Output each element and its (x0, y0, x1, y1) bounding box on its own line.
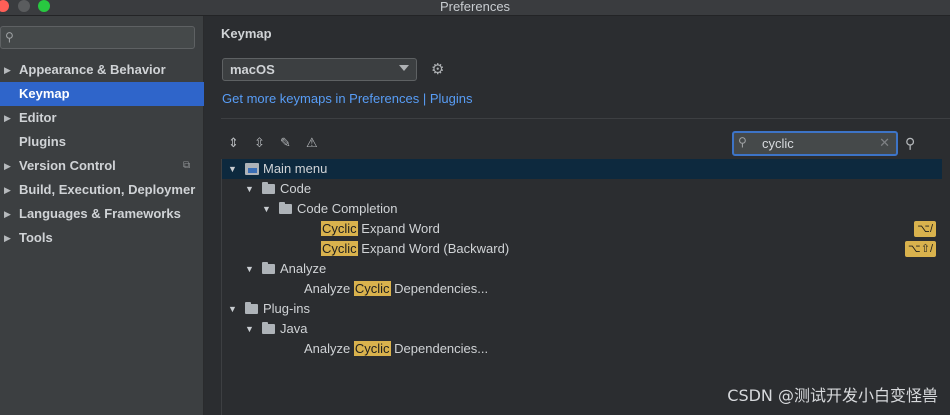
folder-icon (262, 182, 275, 194)
chevron-right-icon[interactable]: ▶ (4, 202, 11, 226)
collapse-all-icon[interactable]: ⇳ (254, 135, 265, 151)
sidebar-item-label: Appearance & Behavior (19, 62, 166, 77)
tree-row-label: Analyze Cyclic Dependencies... (304, 279, 488, 299)
sidebar-item-label: Keymap (19, 86, 70, 101)
tree-row-label: Java (280, 319, 307, 339)
tree-group-row[interactable]: ▼ Code Completion (222, 199, 942, 219)
sidebar-item-label: Version Control (19, 158, 116, 173)
keymap-select-value: macOS (230, 62, 275, 77)
label-text: Dependencies... (390, 281, 489, 296)
chevron-right-icon[interactable]: ▶ (4, 106, 11, 130)
label-text: Plug-ins (263, 301, 310, 316)
folder-icon (279, 202, 292, 214)
label-text: Analyze (304, 281, 354, 296)
expand-toggle-icon[interactable]: ▼ (245, 179, 254, 199)
label-text: Expand Word (Backward) (357, 241, 510, 256)
tree-action-row[interactable]: Analyze Cyclic Dependencies... (222, 339, 942, 359)
tree-group-row[interactable]: ▼ Java (222, 319, 942, 339)
sidebar-item-label: Plugins (19, 134, 66, 149)
tree-row-label: Code (280, 179, 311, 199)
gear-icon[interactable]: ⚙ (431, 60, 444, 78)
search-match-highlight: Cyclic (321, 241, 358, 256)
find-by-shortcut-icon[interactable]: ⚲ (905, 135, 915, 152)
edit-shortcut-icon[interactable]: ✎ (280, 135, 291, 151)
label-text: Java (280, 321, 308, 336)
folder-icon (245, 302, 258, 314)
expand-all-icon[interactable]: ⇕ (228, 135, 239, 151)
chevron-down-icon (399, 65, 409, 71)
tree-row-label: Analyze (280, 259, 326, 279)
tree-group-row[interactable]: ▼ Code (222, 179, 942, 199)
chevron-right-icon[interactable]: ▶ (4, 178, 11, 202)
chevron-right-icon[interactable]: ▶ (4, 226, 11, 250)
chevron-right-icon[interactable]: ▶ (4, 154, 11, 178)
sidebar-item-tools[interactable]: ▶ Tools (0, 226, 204, 250)
sidebar-item-languages-frameworks[interactable]: ▶ Languages & Frameworks (0, 202, 204, 226)
label-text: Analyze (304, 341, 354, 356)
tree-row-label: Main menu (263, 159, 327, 179)
search-match-highlight: Cyclic (353, 341, 391, 356)
tree-action-row[interactable]: Analyze Cyclic Dependencies... (222, 279, 942, 299)
shortcut-badge: ⌥⇧/ (905, 241, 936, 257)
tree-row-label: Plug-ins (263, 299, 310, 319)
tree-group-row[interactable]: ▼ Plug-ins (222, 299, 942, 319)
keymap-panel: Keymap macOS ⚙ Get more keymaps in Prefe… (205, 16, 950, 415)
label-text: Main menu (263, 161, 328, 176)
tree-row-label: Cyclic Expand Word (Backward) (321, 239, 509, 259)
clear-search-icon[interactable]: ✕ (879, 135, 890, 151)
folder-icon (262, 262, 275, 274)
tree-group-row[interactable]: ▼ Analyze (222, 259, 942, 279)
expand-toggle-icon[interactable]: ▼ (262, 199, 271, 219)
sidebar-item-label: Tools (19, 230, 53, 245)
conflicts-warning-icon[interactable]: ⚠ (306, 135, 318, 151)
sidebar-item-label: Editor (19, 110, 57, 125)
divider (221, 118, 950, 119)
tree-action-row[interactable]: Cyclic Expand Word ⌥/ (222, 219, 942, 239)
tree-action-row[interactable]: Cyclic Expand Word (Backward) ⌥⇧/ (222, 239, 942, 259)
folder-icon (262, 322, 275, 334)
sidebar-item-version-control[interactable]: ▶ Version Control ⧉ (0, 154, 204, 178)
keymap-tree: ▼ Main menu ▼ Code ▼ Code Completion Cyclic Ex… (221, 159, 950, 415)
sidebar-item-build-execution[interactable]: ▶ Build, Execution, Deploymer (0, 178, 204, 202)
sidebar-item-plugins[interactable]: Plugins (0, 130, 204, 154)
label-text: Expand Word (357, 221, 440, 236)
search-value: cyclic (762, 136, 794, 151)
title-bar: Preferences (0, 0, 950, 16)
settings-sidebar: ⚲ ▶ Appearance & Behavior Keymap ▶ Edito… (0, 16, 204, 415)
tree-group-row[interactable]: ▼ Main menu (222, 159, 942, 179)
search-match-highlight: Cyclic (353, 281, 391, 296)
window-title: Preferences (439, 0, 511, 14)
tree-row-label: Code Completion (297, 199, 397, 219)
get-more-keymaps-link[interactable]: Get more keymaps in Preferences | Plugin… (222, 91, 473, 106)
chevron-right-icon[interactable]: ▶ (4, 58, 11, 82)
label-text: Analyze (280, 261, 327, 276)
keymap-select[interactable]: macOS (222, 58, 417, 81)
tree-row-label: Cyclic Expand Word (321, 219, 440, 239)
expand-toggle-icon[interactable]: ▼ (245, 319, 254, 339)
shortcut-badge: ⌥/ (914, 221, 936, 237)
expand-toggle-icon[interactable]: ▼ (228, 299, 237, 319)
sidebar-item-editor[interactable]: ▶ Editor (0, 106, 204, 130)
label-text: Code Completion (297, 201, 398, 216)
sidebar-item-appearance-behavior[interactable]: ▶ Appearance & Behavior (0, 58, 204, 82)
sidebar-item-keymap[interactable]: Keymap (0, 82, 204, 106)
label-text: Dependencies... (390, 341, 489, 356)
keymap-search-input[interactable]: ⚲ cyclic ✕ (732, 131, 898, 156)
search-icon: ⚲ (738, 135, 747, 149)
sidebar-search-input[interactable]: ⚲ (0, 26, 195, 49)
expand-toggle-icon[interactable]: ▼ (245, 259, 254, 279)
sidebar-item-label: Languages & Frameworks (19, 206, 181, 221)
watermark: CSDN @测试开发小白变怪兽 (727, 386, 938, 405)
main-menu-icon (245, 163, 259, 175)
search-icon: ⚲ (5, 30, 14, 44)
page-title: Keymap (221, 26, 272, 41)
search-match-highlight: Cyclic (321, 221, 358, 236)
expand-toggle-icon[interactable]: ▼ (228, 159, 237, 179)
label-text: Code (280, 181, 312, 196)
tree-row-label: Analyze Cyclic Dependencies... (304, 339, 488, 359)
sidebar-item-label: Build, Execution, Deploymer (19, 182, 196, 197)
project-settings-icon: ⧉ (183, 160, 191, 171)
